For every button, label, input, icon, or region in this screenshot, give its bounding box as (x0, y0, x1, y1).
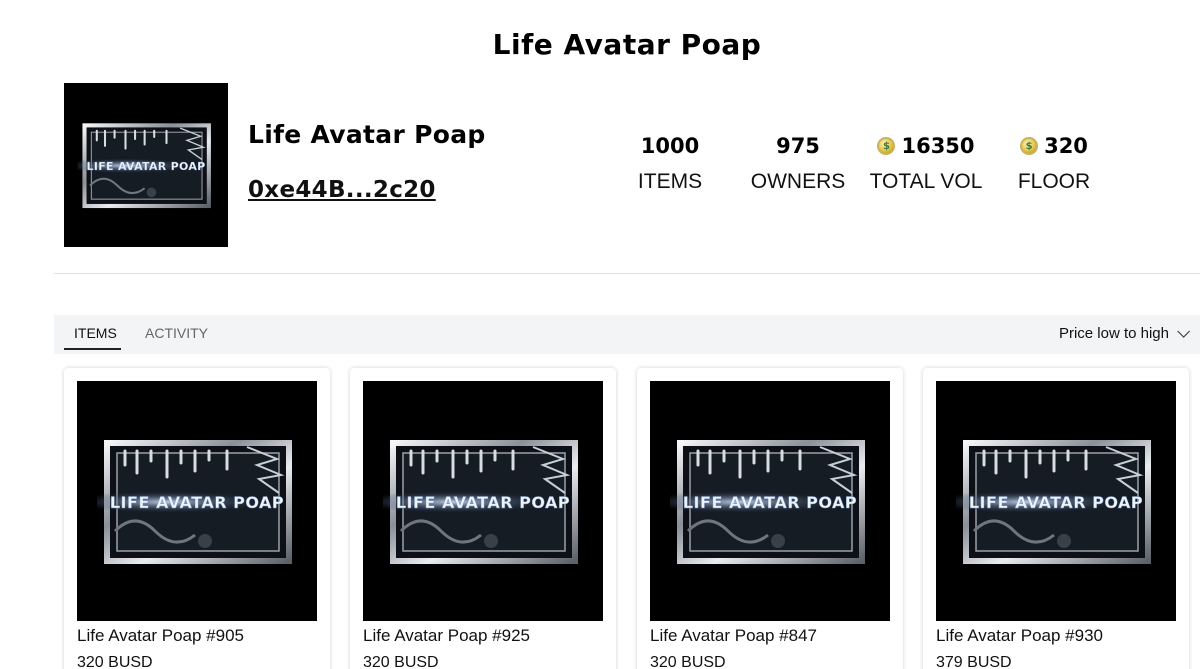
collection-cover-image (64, 83, 228, 247)
coin-icon: $ (877, 137, 896, 155)
nft-card-title: Life Avatar Poap #905 (77, 626, 244, 645)
nft-card[interactable]: Life Avatar Poap #930 379 BUSD (923, 368, 1189, 669)
nft-card-price: 320 BUSD (650, 654, 726, 669)
stat-floor-label: FLOOR (1017, 170, 1091, 193)
stat-total-volume-value: 16350 (901, 134, 975, 158)
nft-card-price: 379 BUSD (936, 654, 1012, 669)
stat-items: 1000 ITEMS (616, 132, 724, 194)
nft-card-title: Life Avatar Poap #925 (363, 626, 530, 645)
stat-total-volume-label: TOTAL VOL (869, 170, 983, 193)
stat-owners-value: 975 (776, 134, 820, 158)
sort-dropdown[interactable]: Price low to high (1058, 325, 1190, 342)
stat-floor-value: 320 (1044, 134, 1088, 158)
contract-address-link[interactable]: 0xe44B...2c20 (248, 177, 436, 203)
stat-owners-label: OWNERS (750, 170, 846, 193)
coin-icon: $ (1020, 137, 1039, 155)
sort-selected-label: Price low to high (1058, 325, 1169, 342)
nft-card-image (650, 381, 890, 621)
header-divider (54, 273, 1200, 274)
nft-card-title: Life Avatar Poap #847 (650, 626, 817, 645)
active-tab-indicator (64, 348, 121, 350)
chevron-down-icon (1177, 325, 1190, 338)
nft-card-title: Life Avatar Poap #930 (936, 626, 1103, 645)
tab-items[interactable]: ITEMS (74, 325, 117, 341)
nft-card-price: 320 BUSD (363, 654, 439, 669)
nft-card-price: 320 BUSD (77, 654, 153, 669)
nft-card-image (363, 381, 603, 621)
stat-items-label: ITEMS (637, 170, 703, 193)
stat-items-value: 1000 (640, 134, 700, 158)
nft-card[interactable]: Life Avatar Poap #905 320 BUSD (64, 368, 330, 669)
nft-card[interactable]: Life Avatar Poap #925 320 BUSD (350, 368, 616, 669)
nft-card-image (936, 381, 1176, 621)
collection-name: Life Avatar Poap (248, 120, 486, 149)
tab-activity[interactable]: ACTIVITY (145, 325, 208, 341)
stat-owners: 975 OWNERS (744, 132, 852, 194)
tab-bar: ITEMS ACTIVITY Price low to high (54, 315, 1200, 354)
page-title: Life Avatar Poap (492, 28, 762, 61)
nft-card-image (77, 381, 317, 621)
stat-floor: $320 FLOOR (1004, 132, 1104, 194)
stat-total-volume: $16350 TOTAL VOL (866, 132, 986, 194)
nft-card[interactable]: Life Avatar Poap #847 320 BUSD (637, 368, 903, 669)
